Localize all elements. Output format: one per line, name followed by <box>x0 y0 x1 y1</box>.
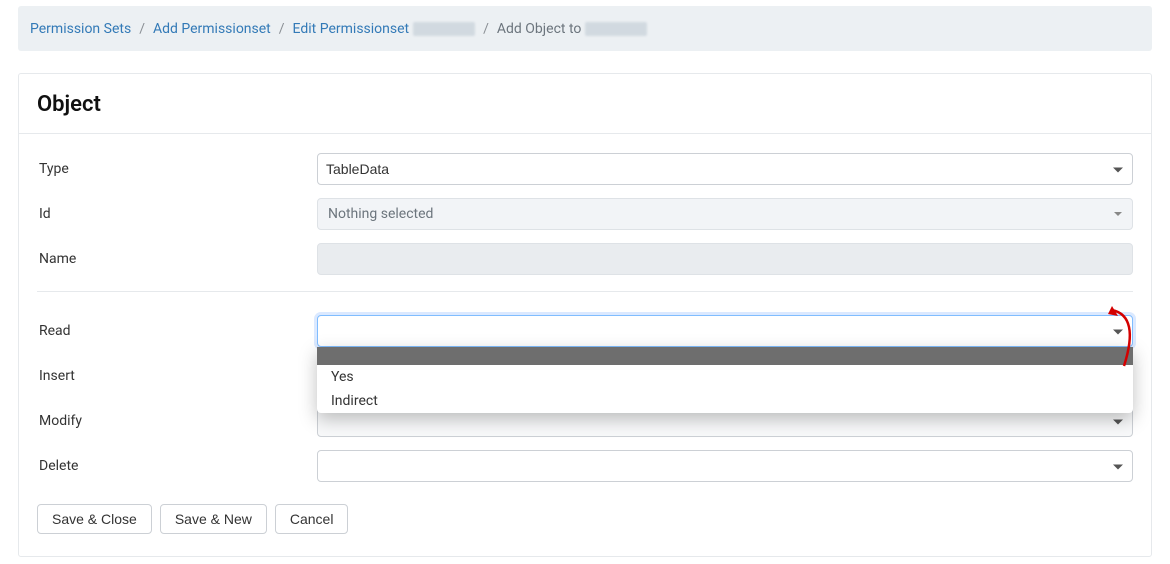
read-option-blank[interactable] <box>317 347 1133 365</box>
read-option-indirect[interactable]: Indirect <box>317 389 1133 413</box>
label-delete: Delete <box>37 458 317 474</box>
save-new-button[interactable]: Save & New <box>160 504 267 534</box>
breadcrumb-current: Add Object to <box>497 21 581 37</box>
type-select[interactable]: TableData <box>317 153 1133 185</box>
label-read: Read <box>37 323 317 339</box>
label-insert: Insert <box>37 368 317 384</box>
row-type: Type TableData <box>37 146 1133 191</box>
read-select[interactable] <box>317 315 1133 347</box>
breadcrumb-add-permissionset[interactable]: Add Permissionset <box>153 21 271 37</box>
breadcrumb-edit-permissionset[interactable]: Edit Permissionset <box>293 21 410 37</box>
label-name: Name <box>37 251 317 267</box>
row-name: Name <box>37 236 1133 281</box>
breadcrumb-permission-sets[interactable]: Permission Sets <box>30 21 131 37</box>
label-id: Id <box>37 206 317 222</box>
chevron-down-icon <box>1114 212 1122 216</box>
row-id: Id Nothing selected <box>37 191 1133 236</box>
label-type: Type <box>37 161 317 177</box>
breadcrumb-separator: / <box>139 21 145 37</box>
button-row: Save & Close Save & New Cancel <box>37 504 1133 534</box>
id-select[interactable]: Nothing selected <box>317 198 1133 230</box>
object-card: Object Type TableData Id Nothing selecte… <box>18 73 1152 557</box>
breadcrumb-separator: / <box>483 21 489 37</box>
breadcrumb: Permission Sets / Add Permissionset / Ed… <box>18 6 1152 51</box>
read-option-yes[interactable]: Yes <box>317 365 1133 389</box>
read-dropdown-panel: Yes Indirect <box>317 347 1133 413</box>
save-close-button[interactable]: Save & Close <box>37 504 152 534</box>
row-delete: Delete <box>37 443 1133 488</box>
id-select-placeholder: Nothing selected <box>328 206 433 222</box>
breadcrumb-separator: / <box>279 21 285 37</box>
card-title: Object <box>19 74 1151 133</box>
name-input <box>317 243 1133 275</box>
row-read: Read Yes Indirect <box>37 308 1133 353</box>
delete-select[interactable] <box>317 450 1133 482</box>
label-modify: Modify <box>37 413 317 429</box>
masked-text <box>585 22 647 36</box>
cancel-button[interactable]: Cancel <box>275 504 349 534</box>
masked-text <box>413 22 475 36</box>
divider <box>37 291 1133 292</box>
